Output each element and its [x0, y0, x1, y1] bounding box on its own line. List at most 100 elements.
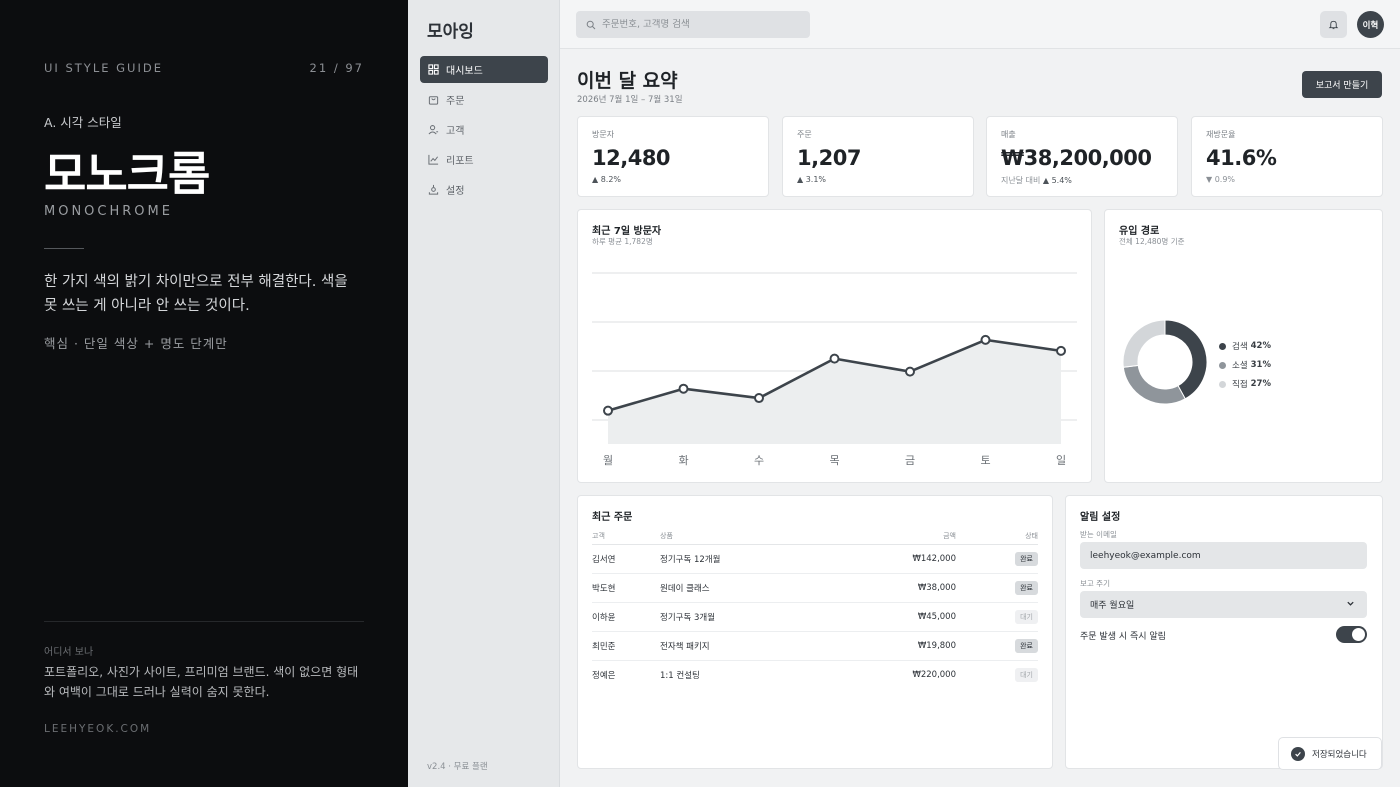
notifications-button[interactable]	[1320, 11, 1347, 38]
status-badge: 완료	[1015, 551, 1038, 566]
status-cell: 대기	[956, 602, 1038, 632]
table-row[interactable]: 정예은 1:1 컨설팅 ₩220,000 대기	[592, 660, 1038, 689]
column-header-customer: 고객	[592, 529, 660, 545]
gear-icon	[428, 184, 439, 195]
chevron-down-icon	[1347, 601, 1354, 606]
report-cycle-select[interactable]: 매주 월요일	[1080, 591, 1367, 618]
create-report-button[interactable]: 보고서 만들기	[1302, 71, 1382, 98]
legend-name: 직접	[1232, 380, 1248, 390]
x-tick-label: 수	[754, 454, 764, 467]
kpi-change-prefix: 지난달 대비	[1001, 176, 1041, 185]
sidebar-item-customers[interactable]: 고객	[420, 116, 548, 143]
kpi-label: 재방문율	[1206, 130, 1236, 139]
table-row[interactable]: 최민준 전자책 패키지 ₩19,800 완료	[592, 631, 1038, 661]
kpi-value: 41.6%	[1206, 146, 1277, 170]
data-point	[678, 383, 689, 394]
report-cycle-value: 매주 월요일	[1090, 601, 1135, 611]
donut-slice	[1122, 364, 1186, 405]
kpi-change: ▼ 0.9%	[1206, 175, 1236, 184]
traffic-source-subtitle: 전체 12,480명 기준	[1119, 237, 1185, 246]
sidebar-item-reports[interactable]: 리포트	[420, 146, 548, 173]
data-point	[754, 393, 764, 404]
guide-core: 핵심 · 단일 색상 + 명도 단계만	[44, 336, 228, 351]
data-point	[603, 405, 613, 416]
top-bar: 이혁	[560, 0, 1400, 49]
kpi-card-revenue: 매출 ₩38,200,000 지난달 대비 ▲ 5.4%	[986, 116, 1178, 197]
traffic-legend: 검색 42% 소셜 31% 직접 27%	[1219, 340, 1271, 397]
search-box[interactable]	[576, 11, 810, 38]
legend-value: 31%	[1250, 360, 1271, 370]
kpi-card-orders: 주문 1,207 ▲ 3.1%	[782, 116, 974, 197]
customer-cell: 최민준	[592, 631, 660, 661]
status-cell: 완료	[956, 631, 1038, 661]
kpi-card-return-rate: 재방문율 41.6% ▼ 0.9%	[1191, 116, 1383, 197]
traffic-donut-chart	[1122, 319, 1208, 405]
page-title: 이번 달 요약	[577, 70, 678, 92]
amount-cell: ₩38,000	[836, 573, 956, 603]
email-label: 받는 이메일	[1080, 530, 1117, 539]
sidebar-item-label: 리포트	[446, 156, 474, 167]
guide-page-number: 21 / 97	[309, 61, 364, 75]
x-tick-label: 화	[678, 454, 688, 467]
product-cell: 1:1 컨설팅	[660, 670, 700, 681]
traffic-source-title: 유입 경로	[1119, 226, 1160, 237]
toggle-knob	[1352, 628, 1365, 641]
user-icon	[428, 124, 439, 135]
customer-cell: 정예은	[592, 670, 616, 681]
table-row[interactable]: 박도현 원데이 클래스 ₩38,000 완료	[592, 573, 1038, 603]
instant-alert-toggle[interactable]	[1336, 626, 1367, 643]
page-date-range: 2026년 7월 1일 – 7월 31일	[577, 95, 683, 105]
traffic-source-card: 유입 경로 전체 12,480명 기준 검색 42% 소셜 31% 직접 27%	[1104, 209, 1383, 483]
guide-divider	[44, 248, 84, 249]
visitors-line-chart: 월화수목금토일	[592, 272, 1077, 467]
recent-orders-title: 최근 주문	[592, 512, 633, 523]
search-input[interactable]	[602, 19, 802, 30]
alert-settings-title: 알림 설정	[1080, 512, 1121, 523]
customer-cell: 박도현	[592, 573, 660, 603]
customer-cell: 이하윤	[592, 602, 660, 632]
column-header-amount: 금액	[836, 529, 956, 545]
data-point	[829, 353, 840, 364]
product-cell: 원데이 클래스	[660, 573, 836, 603]
chart-icon	[428, 154, 439, 165]
grid-icon	[428, 64, 439, 75]
alert-settings-card: 알림 설정 받는 이메일 leehyeok@example.com 보고 주기 …	[1065, 495, 1383, 769]
guide-where-label: 어디서 보나	[44, 647, 94, 658]
kpi-card-visitors: 방문자 12,480 ▲ 8.2%	[577, 116, 769, 197]
avatar[interactable]: 이혁	[1357, 11, 1384, 38]
table-header-row: 고객 상품 금액 상태	[592, 529, 1038, 545]
recent-orders-card: 최근 주문 고객 상품 금액 상태 김서연 정기구독 12개월 ₩142,000	[577, 495, 1053, 769]
saved-toast: 저장되었습니다	[1278, 737, 1382, 770]
sidebar-item-label: 고객	[446, 126, 465, 137]
status-cell: 대기	[956, 660, 1038, 689]
data-point	[1056, 345, 1066, 356]
main-content: 이번 달 요약 2026년 7월 1일 – 7월 31일 보고서 만들기 방문자…	[560, 49, 1400, 787]
bag-icon	[428, 94, 439, 105]
kpi-change: 지난달 대비 ▲ 5.4%	[1001, 175, 1072, 186]
sidebar-nav: 대시보드 주문 고객 리포트 설정	[420, 56, 548, 206]
toast-text: 저장되었습니다	[1312, 749, 1367, 760]
product-cell: 정기구독 12개월	[660, 544, 836, 574]
sidebar-item-label: 대시보드	[446, 66, 483, 77]
instant-alert-label: 주문 발생 시 즉시 알림	[1080, 632, 1166, 642]
app-logo: 모아잉	[427, 22, 474, 42]
customer-cell: 김서연	[592, 544, 660, 574]
x-tick-label: 토	[980, 454, 990, 467]
x-tick-label: 월	[603, 454, 613, 467]
kpi-label: 주문	[797, 130, 812, 139]
table-row[interactable]: 김서연 정기구독 12개월 ₩142,000 완료	[592, 544, 1038, 574]
donut-slice	[1122, 319, 1166, 368]
sidebar-item-orders[interactable]: 주문	[420, 86, 548, 113]
status-cell: 완료	[956, 573, 1038, 603]
sidebar-item-label: 설정	[446, 186, 465, 197]
x-tick-label: 일	[1056, 453, 1066, 467]
sidebar-item-dashboard[interactable]: 대시보드	[420, 56, 548, 83]
email-field[interactable]: leehyeok@example.com	[1080, 542, 1367, 569]
status-cell: 완료	[956, 544, 1038, 574]
status-badge: 완료	[1015, 638, 1038, 653]
sidebar-item-settings[interactable]: 설정	[420, 176, 548, 203]
guide-where-description: 포트폴리오, 사진가 사이트, 프리미엄 브랜드. 색이 없으면 형태와 여백이…	[44, 665, 359, 699]
status-badge: 대기	[1015, 667, 1038, 682]
legend-name: 검색	[1232, 342, 1248, 352]
table-row[interactable]: 이하윤 정기구독 3개월 ₩45,000 대기	[592, 602, 1038, 632]
